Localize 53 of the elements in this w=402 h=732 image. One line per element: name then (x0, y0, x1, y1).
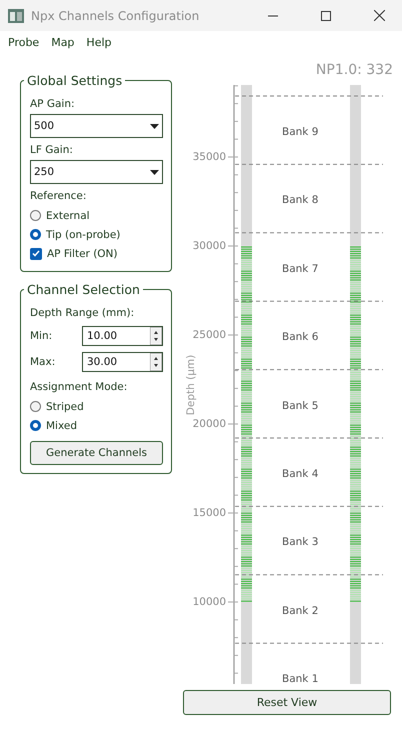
group-title: Global Settings (26, 73, 124, 88)
field-label: Min: (30, 330, 52, 342)
dropdown[interactable]: 500 (30, 114, 163, 138)
menu-item[interactable]: Probe (2, 34, 46, 56)
generate-button[interactable]: Generate Channels (30, 441, 163, 465)
bank-label: Bank 6 (282, 331, 318, 344)
field-label: Max: (30, 356, 56, 368)
bank-label: Bank 1 (282, 673, 318, 686)
axis-tick-label: 10000 (192, 596, 226, 608)
field-label: LF Gain: (30, 144, 74, 156)
radio-label: Tip (on-probe) (46, 228, 120, 240)
radio-button[interactable] (30, 401, 41, 412)
spin-arrows-icon[interactable] (150, 353, 162, 371)
field-label: Reference: (30, 190, 88, 202)
probe-title: NP1.0: 332 (316, 62, 393, 78)
checkbox[interactable] (30, 248, 42, 260)
spin-arrows-icon[interactable] (150, 327, 162, 345)
field-label: Depth Range (mm): (30, 307, 136, 319)
axis-tick-label: 20000 (192, 418, 226, 430)
dropdown-caret-icon[interactable] (150, 170, 159, 174)
dropdown-caret-icon[interactable] (150, 124, 159, 128)
checkbox-label: AP Filter (ON) (47, 248, 118, 260)
radio-label: Striped (46, 400, 84, 412)
group-title: Channel Selection (26, 282, 141, 297)
bank-label: Bank 5 (282, 400, 318, 412)
bank-label: Bank 3 (282, 536, 318, 548)
axis-title: Depth (µm) (185, 354, 197, 416)
radio-label: Mixed (46, 420, 77, 432)
bank-label: Bank 9 (282, 126, 318, 138)
close-icon (374, 10, 384, 21)
bank-label: Bank 2 (282, 604, 318, 617)
radio-label: External (46, 210, 90, 222)
menu-item[interactable]: Map (45, 34, 80, 56)
radio-button[interactable] (30, 229, 41, 240)
bank-label: Bank 7 (282, 262, 318, 275)
app-icon (8, 8, 24, 22)
menu-item[interactable]: Help (80, 34, 118, 56)
radio-button[interactable] (30, 210, 41, 221)
radio-button[interactable] (30, 420, 41, 431)
axis-tick-label: 15000 (192, 507, 226, 519)
window-title: Npx Channels Configuration (31, 8, 200, 22)
axis-tick-label: 35000 (192, 151, 226, 163)
axis-tick-label: 30000 (192, 240, 226, 252)
axis-tick-label: 25000 (192, 329, 226, 341)
reset-view-button[interactable]: Reset View (183, 690, 391, 715)
field-label: AP Gain: (30, 98, 76, 110)
bank-label: Bank 8 (282, 194, 318, 206)
bank-label: Bank 4 (282, 468, 318, 480)
maximize-icon (321, 10, 331, 20)
dropdown[interactable]: 250 (30, 160, 163, 184)
spin-box[interactable]: 10.00 (82, 326, 163, 346)
field-label: Assignment Mode: (30, 381, 128, 393)
spin-box[interactable]: 30.00 (82, 352, 163, 372)
